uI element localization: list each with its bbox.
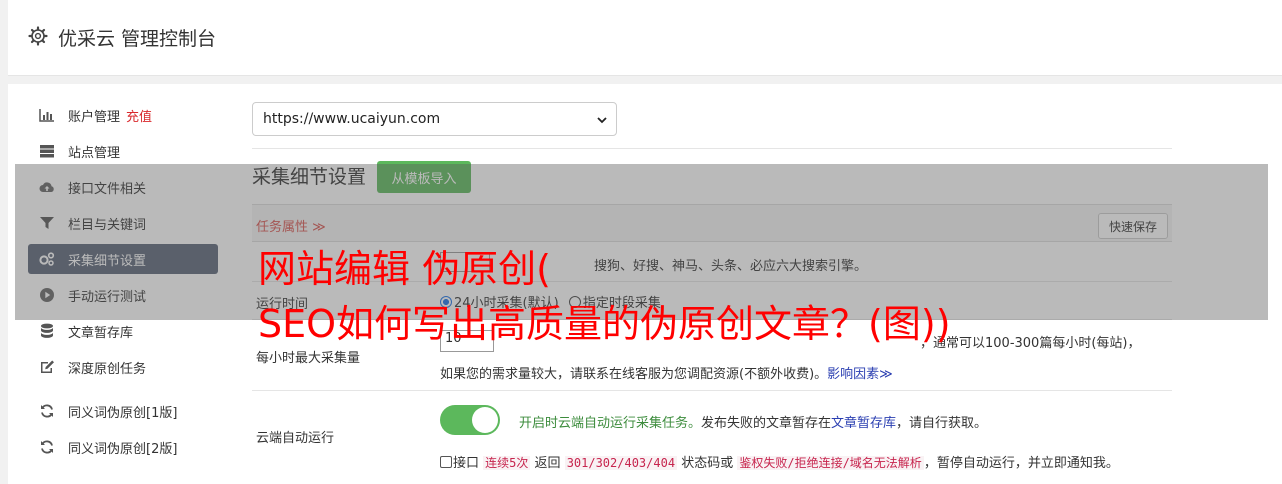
max-collect-hint: ，通常可以100-300篇每小时(每站)， [920,336,1141,351]
article-store-link[interactable]: 文章暂存库 [831,416,896,431]
divider [252,148,1172,149]
gear-icon [28,26,48,46]
row-divider [252,390,1172,391]
pause-end: ，暂停自动运行，并立即通知我。 [923,456,1119,471]
top-header: 优采云 管理控制台 [8,0,1282,76]
code-errors: 鉴权失败/拒绝连接/域名无法解析 [737,456,924,470]
page-title: 优采云 管理控制台 [58,28,217,50]
bar-chart-icon [38,107,56,123]
sidebar-item-sites[interactable]: 站点管理 [28,136,218,166]
cloud-run-desc-green: 开启时云端自动运行采集任务。 [519,416,702,431]
site-select-value: https://www.ucaiyun.com [263,111,441,127]
cloud-run-label: 云端自动运行 [256,431,335,446]
max-collect-note-text: 如果您的需求量较大，请联系在线客服为您调配资源(不额外收费)。 [440,367,828,382]
database-icon [38,323,56,339]
cloud-run-desc: 开启时云端自动运行采集任务。发布失败的文章暂存在文章暂存库，请自行获取。 [519,412,987,431]
sidebar-item-synonym-v2[interactable]: 同义词伪原创[2版] [28,432,218,462]
pause-condition: 接口 连续5次 返回 301/302/403/404 状态码或 鉴权失败/拒绝连… [440,452,1119,471]
cloud-run-desc-end: ，请自行获取。 [896,416,988,431]
overlay-line-2: SEO如何写出高质量的伪原创文章？(图)) [258,302,951,346]
overlay-banner [15,164,1268,320]
cloud-run-toggle[interactable] [440,405,500,435]
refresh-icon [38,439,56,455]
sidebar-item-label: 深度原创任务 [68,361,147,377]
recharge-link[interactable]: 充值 [126,106,152,125]
sidebar-item-label: 文章暂存库 [68,325,134,341]
server-icon [38,143,56,159]
sidebar-item-label: 账户管理 [68,109,121,125]
cloud-run-desc-text: 发布失败的文章暂存在 [701,416,832,431]
site-select[interactable]: https://www.ucaiyun.com [252,102,617,136]
overlay-line-1: 网站编辑 伪原创( [258,247,551,291]
max-collect-note: 如果您的需求量较大，请联系在线客服为您调配资源(不额外收费)。影响因素≫ [440,363,893,382]
sidebar-item-synonym-v1[interactable]: 同义词伪原创[1版] [28,396,218,426]
code-consecutive: 连续5次 [483,456,531,470]
sidebar-item-article-store[interactable]: 文章暂存库 [28,316,218,346]
sidebar-item-label: 站点管理 [68,145,121,161]
sidebar-item-deep-original[interactable]: 深度原创任务 [28,352,218,382]
toggle-knob [472,407,498,433]
max-collect-label: 每小时最大采集量 [256,351,361,366]
pause-status-text: 状态码或 [681,456,734,471]
sidebar-item-label: 同义词伪原创[1版] [68,405,178,421]
pause-interface: 接口 [453,456,480,471]
sidebar-item-label: 同义词伪原创[2版] [68,441,178,457]
refresh-icon [38,403,56,419]
impact-factors-link[interactable]: 影响因素≫ [827,367,893,382]
code-status: 301/302/403/404 [564,456,678,470]
chevron-down-icon [597,117,607,124]
pause-checkbox[interactable] [440,456,452,468]
sidebar-item-account[interactable]: 账户管理 充值 [28,100,218,130]
edit-icon [38,359,56,375]
pause-return: 返回 [534,456,561,471]
